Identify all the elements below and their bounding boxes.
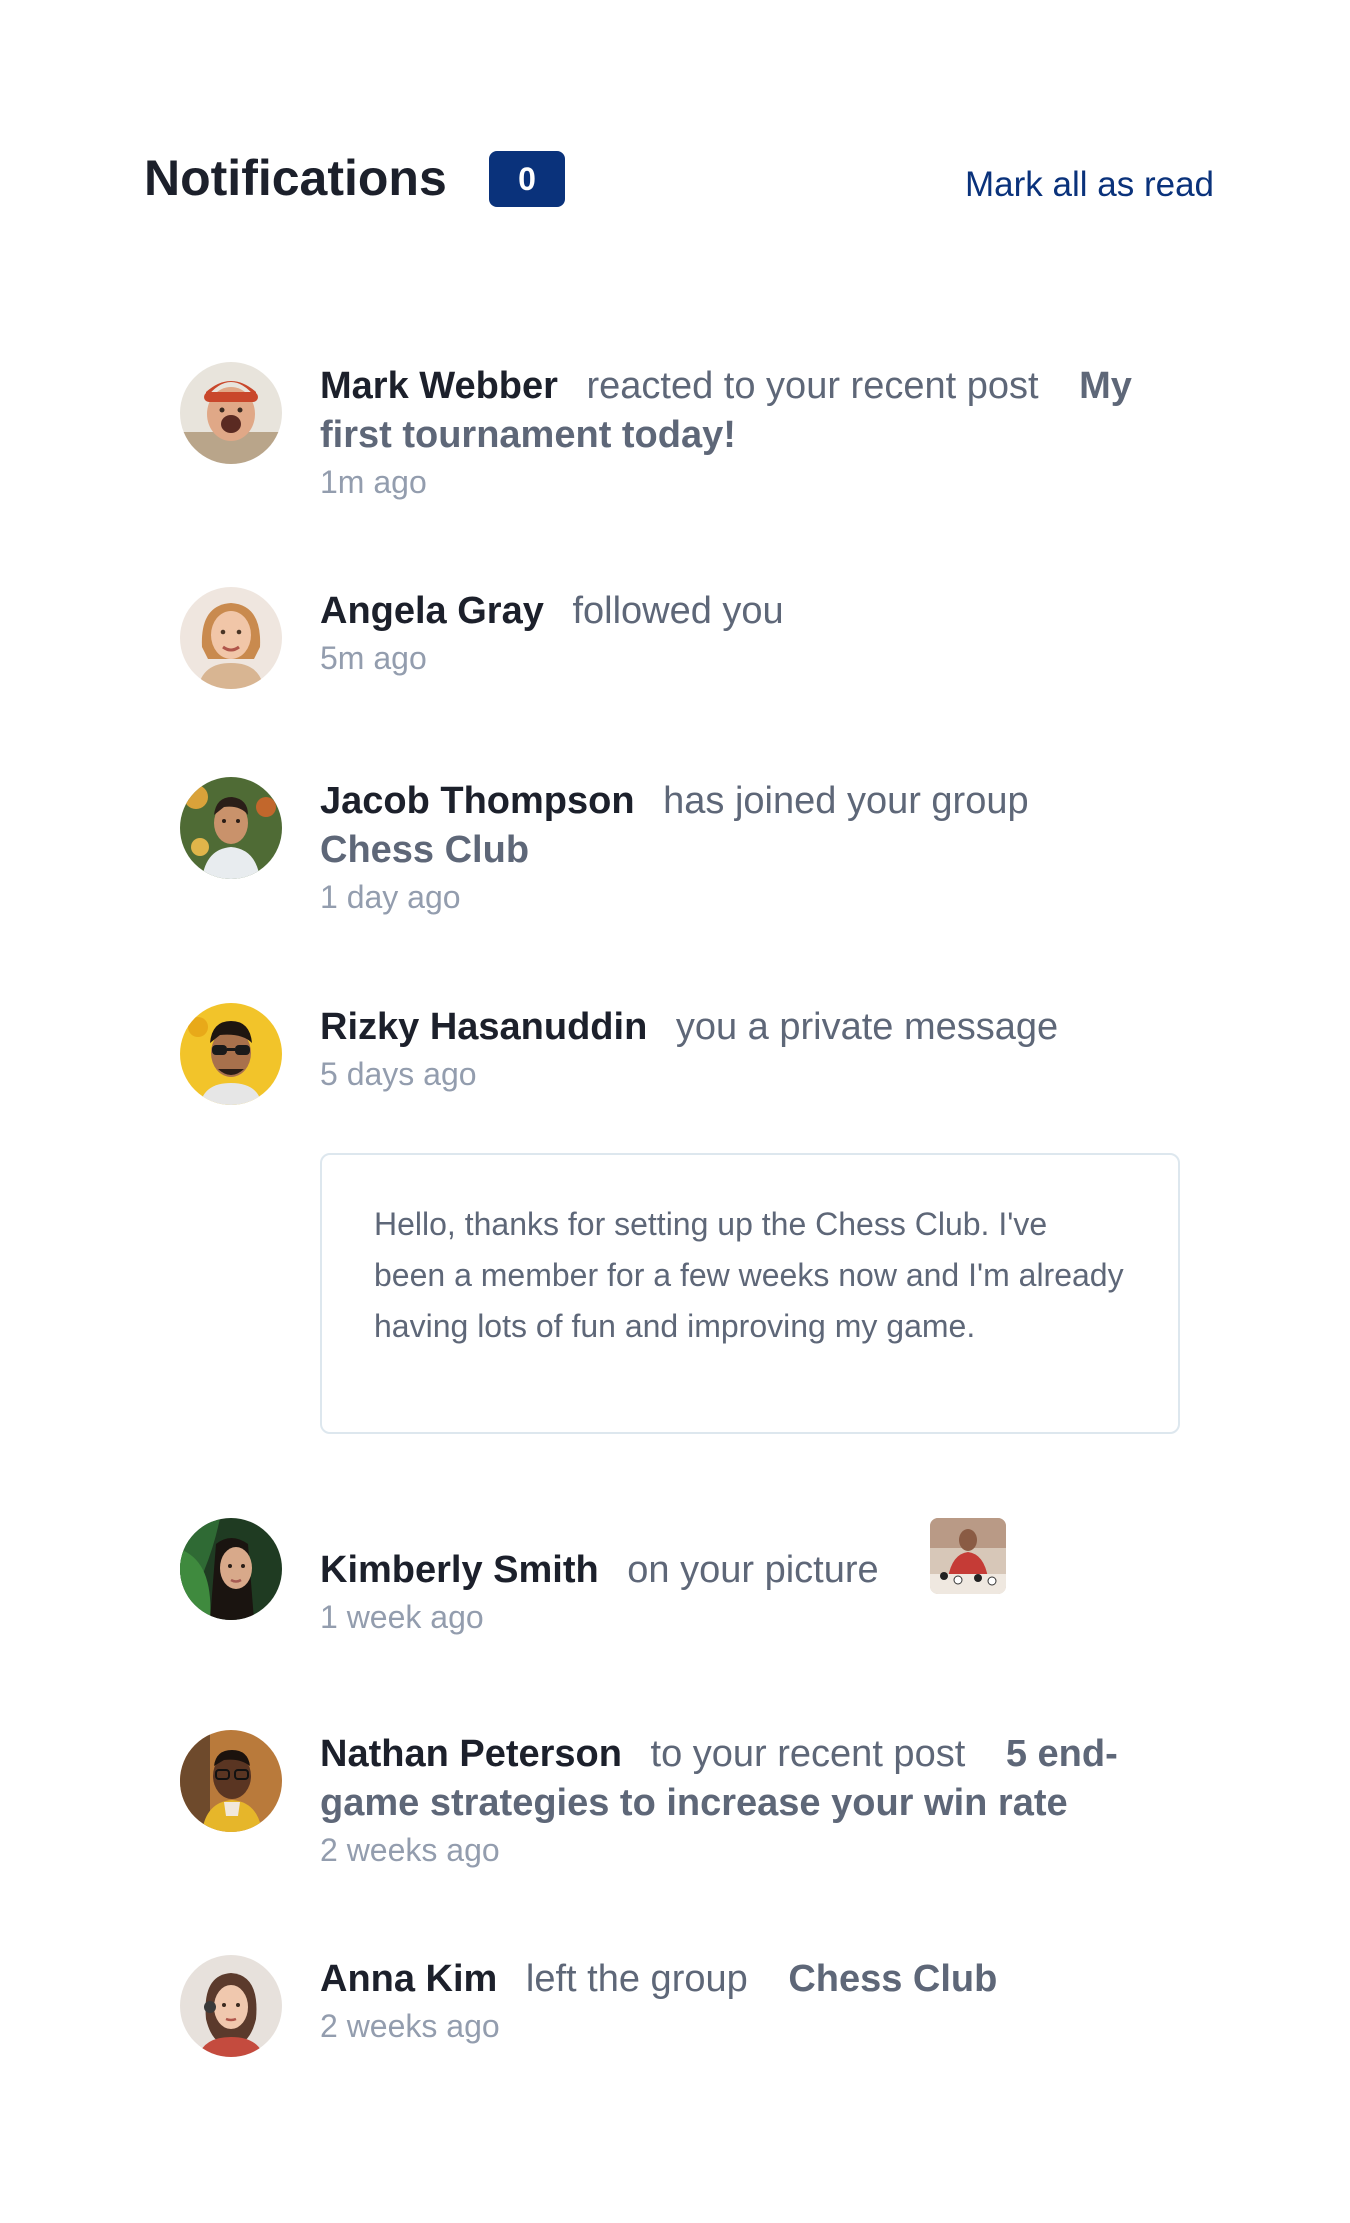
notification-text: Mark Webber reacted to your recent post … — [320, 362, 1180, 460]
mark-all-as-read-button[interactable]: Mark all as read — [965, 165, 1214, 205]
avatar[interactable] — [180, 587, 282, 689]
picture-icon — [930, 1518, 1006, 1594]
timestamp: 1 week ago — [320, 1599, 484, 1635]
user-name-link[interactable]: Anna Kim — [320, 1958, 497, 2000]
notification-action: followed you — [572, 590, 784, 632]
user-name-link[interactable]: Jacob Thompson — [320, 780, 635, 822]
notification-text: Jacob Thompson has joined your group Che… — [320, 777, 1180, 875]
private-message-preview[interactable]: Hello, thanks for setting up the Chess C… — [320, 1153, 1180, 1434]
avatar[interactable] — [180, 1003, 282, 1105]
avatar[interactable] — [180, 1730, 282, 1832]
notification-text: Angela Gray followed you — [320, 587, 1180, 636]
avatar[interactable] — [180, 777, 282, 879]
timestamp: 2 weeks ago — [320, 1832, 500, 1868]
notification-action: left the group — [525, 1958, 748, 2000]
avatar-mark-webber-icon — [180, 362, 282, 464]
avatar-rizky-hasanuddin-icon — [180, 1003, 282, 1105]
notification-action: has joined your group — [663, 780, 1029, 822]
avatar-jacob-thompson-icon — [180, 777, 282, 879]
notification-action: you a private message — [675, 1006, 1059, 1048]
group-link[interactable]: Chess Club — [788, 1958, 997, 2000]
notifications-header: Notifications 0 Mark all as read — [144, 146, 1214, 216]
unread-count-badge: 0 — [489, 151, 565, 207]
user-name-link[interactable]: Rizky Hasanuddin — [320, 1006, 647, 1048]
avatar-anna-kim-icon — [180, 1955, 282, 2057]
timestamp: 2 weeks ago — [320, 2008, 500, 2044]
avatar[interactable] — [180, 362, 282, 464]
notification-text: Anna Kim left the group Chess Club — [320, 1955, 1180, 2004]
notification-action: on your picture — [627, 1549, 879, 1591]
avatar-angela-gray-icon — [180, 587, 282, 689]
notification-action: reacted to your recent post — [586, 365, 1039, 407]
user-name-link[interactable]: Kimberly Smith — [320, 1549, 599, 1591]
notification-text: Kimberly Smith on your picture — [320, 1546, 1180, 1595]
notification-text: Rizky Hasanuddin you a private message — [320, 1003, 1180, 1052]
notification-text: Nathan Peterson to your recent post 5 en… — [320, 1730, 1180, 1828]
avatar[interactable] — [180, 1955, 282, 2057]
group-link[interactable]: Chess Club — [320, 829, 529, 871]
avatar-nathan-peterson-icon — [180, 1730, 282, 1832]
page-title: Notifications — [144, 150, 447, 206]
user-name-link[interactable]: Nathan Peterson — [320, 1733, 622, 1775]
avatar[interactable] — [180, 1518, 282, 1620]
avatar-kimberly-smith-icon — [180, 1518, 282, 1620]
timestamp: 5m ago — [320, 640, 427, 676]
timestamp: 1m ago — [320, 464, 427, 500]
user-name-link[interactable]: Angela Gray — [320, 590, 544, 632]
chess-picture-thumbnail[interactable] — [930, 1518, 1006, 1594]
timestamp: 5 days ago — [320, 1056, 477, 1092]
user-name-link[interactable]: Mark Webber — [320, 365, 558, 407]
timestamp: 1 day ago — [320, 879, 461, 915]
notification-action: to your recent post — [650, 1733, 966, 1775]
